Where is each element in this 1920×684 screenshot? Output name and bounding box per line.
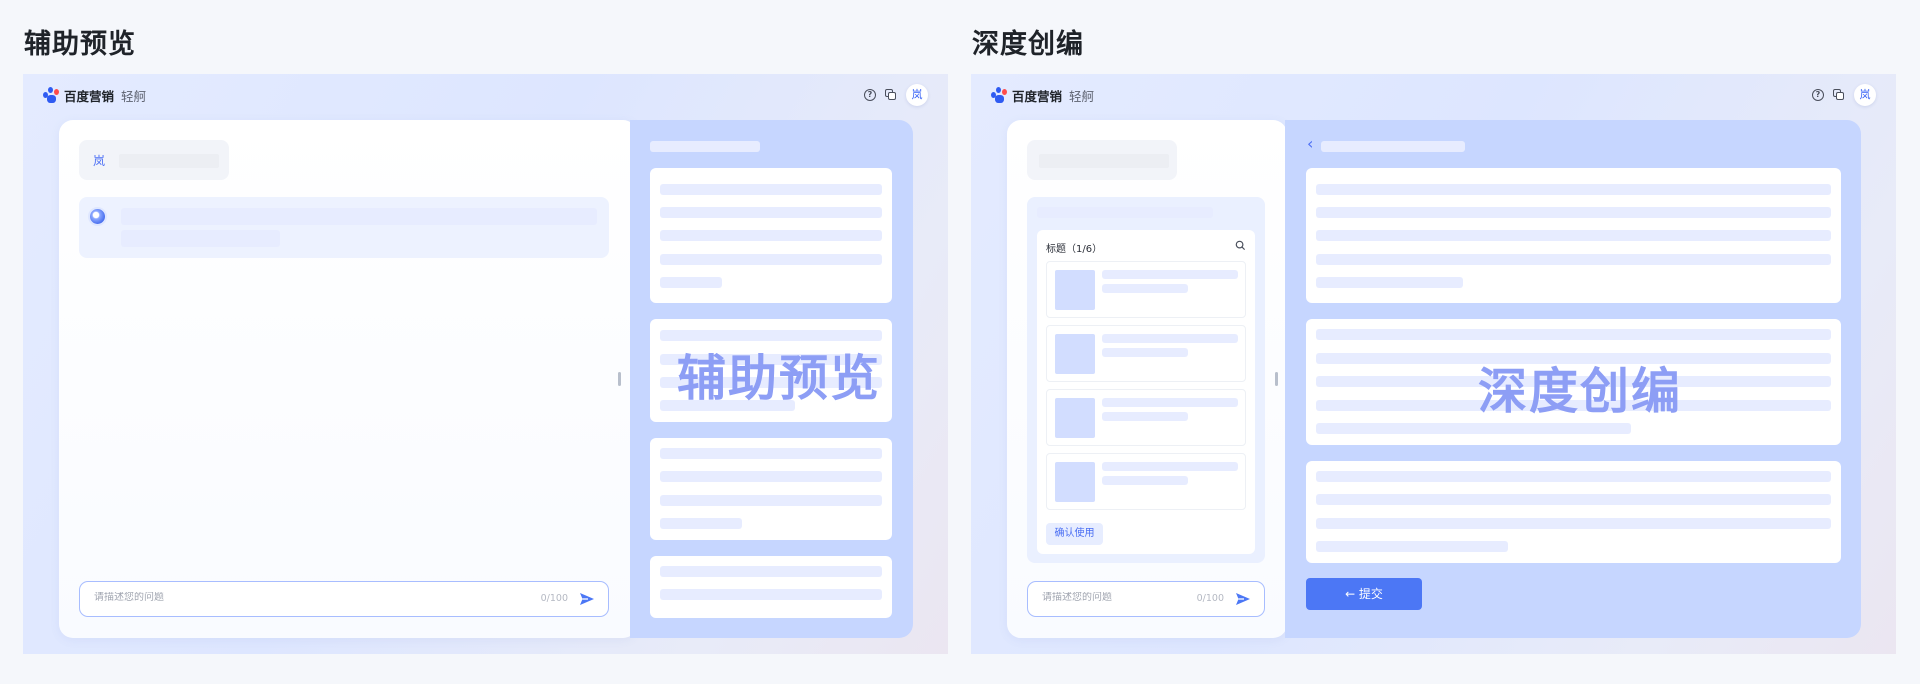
copy-icon[interactable]: [1833, 89, 1845, 101]
title-selection-panel: 标题（1/6） 确认使用: [1027, 197, 1265, 563]
placeholder-line: [660, 184, 882, 195]
logo-subtitle: 轻舸: [121, 89, 147, 104]
chat-panel: 岚 0/100: [59, 120, 637, 638]
question-input-box[interactable]: 0/100: [1027, 581, 1265, 617]
placeholder-line: [660, 254, 882, 265]
placeholder-line: [1316, 471, 1831, 482]
preview-window: 百度营销 轻舸 ? 岚 岚 0/100: [23, 74, 948, 654]
placeholder-line: [1316, 494, 1831, 505]
placeholder-line: [1316, 518, 1831, 529]
watermark-label: 辅助预览: [677, 350, 882, 407]
resize-handle[interactable]: [1275, 372, 1278, 386]
app-header: 百度营销 轻舸 ? 岚: [23, 74, 948, 114]
send-icon[interactable]: [579, 591, 595, 607]
watermark-label: 深度创编: [1478, 363, 1683, 420]
assistant-avatar-icon: [88, 207, 107, 226]
placeholder-line: [660, 230, 882, 241]
confirm-use-button[interactable]: 确认使用: [1046, 523, 1103, 545]
editor-card: [1306, 461, 1841, 563]
editor-title-placeholder: [1321, 141, 1465, 152]
question-input[interactable]: [1042, 592, 1182, 603]
placeholder-line: [660, 589, 882, 600]
placeholder-line: [1102, 412, 1188, 421]
item-thumbnail: [1055, 270, 1095, 310]
placeholder-line: [1316, 277, 1463, 288]
help-icon[interactable]: ?: [1812, 89, 1824, 101]
list-item[interactable]: [1046, 325, 1246, 382]
section-title-preview: 辅助预览: [24, 29, 136, 60]
help-icon[interactable]: ?: [864, 89, 876, 101]
logo-text: 百度营销: [64, 89, 115, 104]
assistant-line-placeholder: [121, 208, 597, 225]
placeholder-line: [1316, 254, 1831, 265]
item-thumbnail: [1055, 398, 1095, 438]
preview-card: [650, 556, 892, 618]
logo-text: 百度营销: [1012, 89, 1063, 104]
placeholder-line: [1102, 476, 1188, 485]
section-title-deep-edit: 深度创编: [972, 29, 1084, 60]
placeholder-line: [1102, 348, 1188, 357]
user-message-placeholder: [1039, 154, 1169, 168]
list-item[interactable]: [1046, 453, 1246, 510]
placeholder-line: [660, 566, 882, 577]
placeholder-line: [1102, 284, 1188, 293]
user-avatar[interactable]: 岚: [906, 84, 928, 106]
placeholder-line: [660, 518, 742, 529]
title-list-header: 标题（1/6）: [1046, 244, 1103, 255]
back-icon[interactable]: ‹: [1307, 134, 1313, 153]
placeholder-line: [1102, 398, 1238, 407]
input-counter: 0/100: [540, 593, 568, 604]
placeholder-line: [660, 207, 882, 218]
placeholder-line: [1316, 541, 1508, 552]
placeholder-line: [1316, 423, 1631, 434]
placeholder-line: [1316, 230, 1831, 241]
preview-card: [650, 438, 892, 540]
submit-button[interactable]: ← 提交: [1306, 578, 1422, 610]
list-item[interactable]: [1046, 389, 1246, 446]
preview-title-placeholder: [650, 141, 760, 152]
placeholder-line: [660, 277, 722, 288]
logo-subtitle: 轻舸: [1069, 89, 1095, 104]
question-input-box[interactable]: 0/100: [79, 581, 609, 617]
assistant-message: [79, 197, 609, 258]
item-thumbnail: [1055, 334, 1095, 374]
assistant-line-placeholder: [121, 230, 280, 247]
item-thumbnail: [1055, 462, 1095, 502]
resize-handle[interactable]: [618, 372, 621, 386]
placeholder-line: [1316, 184, 1831, 195]
placeholder-line: [660, 471, 882, 482]
placeholder-line: [1102, 462, 1238, 471]
app-header: 百度营销 轻舸 ? 岚: [971, 74, 1896, 114]
preview-card: [650, 168, 892, 303]
search-icon[interactable]: [1235, 240, 1246, 251]
panel-header-placeholder: [1037, 207, 1213, 218]
placeholder-line: [660, 495, 882, 506]
user-message: 岚: [79, 140, 229, 180]
placeholder-line: [1102, 270, 1238, 279]
placeholder-line: [1316, 329, 1831, 340]
question-input[interactable]: [94, 592, 294, 603]
user-avatar[interactable]: 岚: [1854, 84, 1876, 106]
input-counter: 0/100: [1196, 593, 1224, 604]
editor-card: [1306, 168, 1841, 303]
placeholder-line: [660, 448, 882, 459]
baidu-paw-icon: [991, 87, 1008, 104]
app-logo[interactable]: 百度营销 轻舸: [991, 86, 1094, 105]
baidu-paw-icon: [43, 87, 60, 104]
app-logo[interactable]: 百度营销 轻舸: [43, 86, 146, 105]
copy-icon[interactable]: [885, 89, 897, 101]
user-message: [1027, 140, 1177, 180]
list-item[interactable]: [1046, 261, 1246, 318]
placeholder-line: [1316, 207, 1831, 218]
title-list: 标题（1/6） 确认使用: [1037, 230, 1255, 554]
user-message-placeholder: [119, 154, 219, 168]
deep-edit-window: 百度营销 轻舸 ? 岚 标题（1/6） 确认使用 请描述您的问题 0/100 ‹…: [971, 74, 1896, 654]
user-message-char: 岚: [93, 154, 106, 168]
placeholder-line: [1102, 334, 1238, 343]
chat-panel: 标题（1/6） 确认使用 请描述您的问题 0/100: [1007, 120, 1287, 638]
send-icon[interactable]: [1235, 591, 1251, 607]
